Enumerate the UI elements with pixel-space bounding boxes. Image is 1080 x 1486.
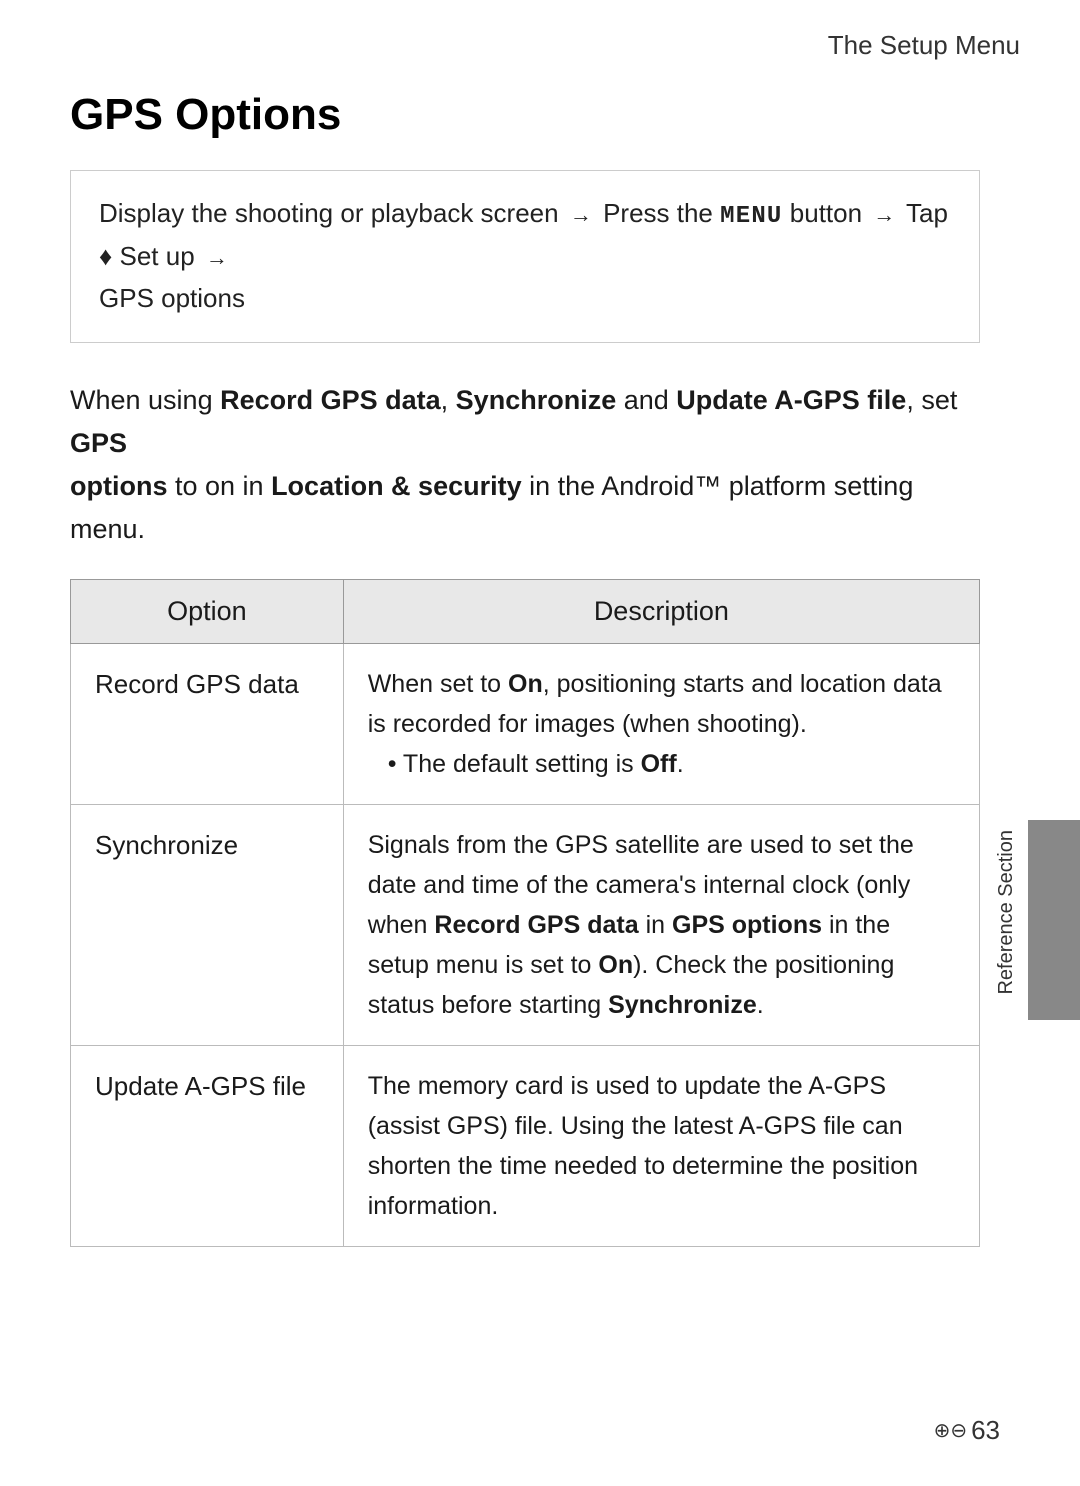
intro-bold-record: Record GPS data [220, 385, 441, 415]
nav-setup-icon: ♦ [99, 241, 112, 271]
intro-bold-update: Update A-GPS file [676, 385, 906, 415]
page-title: GPS Options [70, 90, 980, 140]
option-synchronize: Synchronize [71, 805, 344, 1046]
table-row: Synchronize Signals from the GPS satelli… [71, 805, 980, 1046]
col-description-header: Description [343, 580, 979, 644]
intro-bold-gps-options: GPSoptions [70, 428, 167, 501]
option-record-gps: Record GPS data [71, 644, 344, 805]
header-title: The Setup Menu [828, 30, 1020, 60]
reference-section-label: Reference Section [992, 830, 1020, 995]
nav-step1: Press the [603, 198, 720, 228]
nav-menu-button: MENU [720, 203, 782, 230]
navigation-box: Display the shooting or playback screen … [70, 170, 980, 343]
table-row: Update A-GPS file The memory card is use… [71, 1046, 980, 1247]
bullet-default: • The default setting is Off. [388, 750, 684, 778]
nav-arrow2: → [873, 202, 895, 227]
main-content: GPS Options Display the shooting or play… [70, 90, 980, 1247]
page-num-icon: ⊕⊖ [934, 1418, 968, 1443]
desc-record-gps: When set to On, positioning starts and l… [343, 644, 979, 805]
option-update-agps: Update A-GPS file [71, 1046, 344, 1247]
table-row: Record GPS data When set to On, position… [71, 644, 980, 805]
intro-bold-location: Location & security [271, 471, 522, 501]
intro-bold-sync: Synchronize [456, 385, 617, 415]
desc-update-agps: The memory card is used to update the A-… [343, 1046, 979, 1247]
nav-step5: GPS options [99, 283, 245, 313]
nav-step2: button [783, 198, 870, 228]
reference-sidebar-tab [1028, 820, 1080, 1020]
page-header: The Setup Menu [828, 30, 1020, 61]
nav-step3: Tap [906, 198, 948, 228]
nav-arrow3: → [206, 245, 228, 270]
options-table: Option Description Record GPS data When … [70, 579, 980, 1247]
intro-text: When using Record GPS data, Synchronize … [70, 379, 980, 552]
page-num-value: 63 [971, 1415, 1000, 1446]
nav-arrow1: → [570, 202, 592, 227]
desc-synchronize: Signals from the GPS satellite are used … [343, 805, 979, 1046]
col-option-header: Option [71, 580, 344, 644]
nav-step4: Set up [112, 241, 202, 271]
nav-text-before: Display the shooting or playback screen [99, 198, 559, 228]
page-number: ⊕⊖ 63 [934, 1415, 1000, 1446]
